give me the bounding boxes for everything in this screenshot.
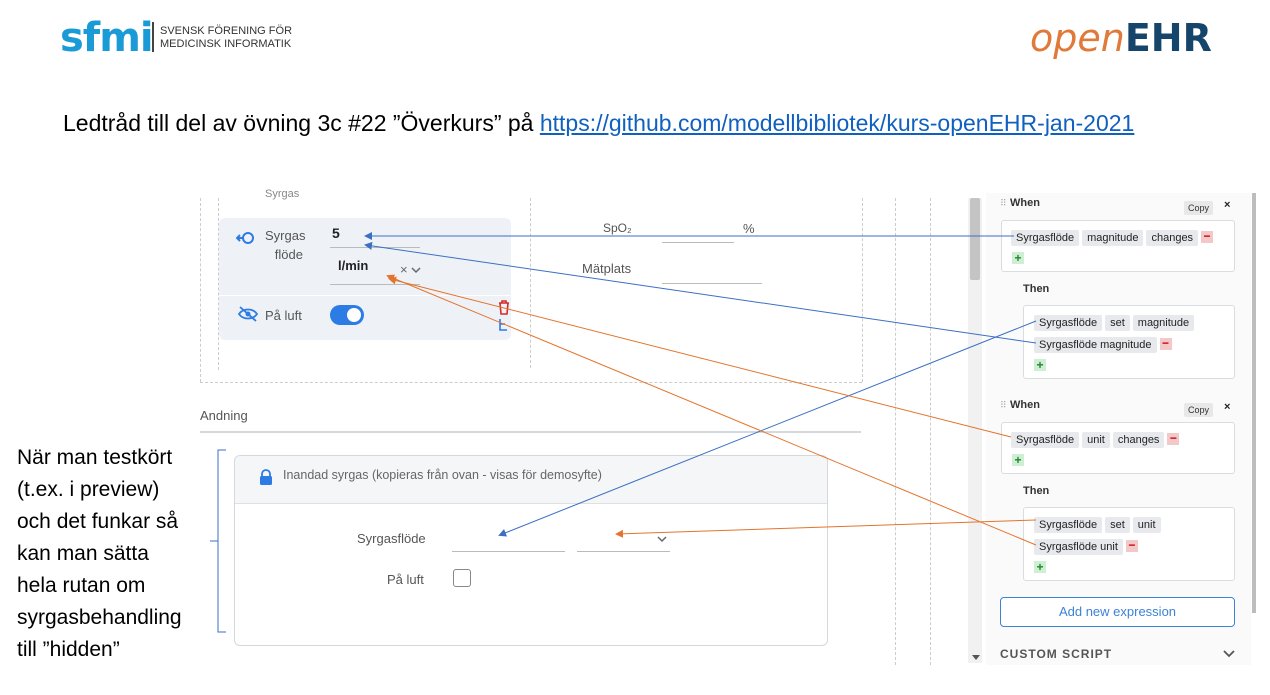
arrow-orange	[615, 519, 1037, 538]
arrow-blue	[364, 241, 1037, 344]
annotation-arrows	[210, 232, 1037, 633]
note-bracket	[210, 449, 226, 633]
arrow-orange	[386, 274, 1037, 546]
arrow-blue	[498, 320, 1037, 537]
arrow-orange	[388, 276, 1012, 438]
